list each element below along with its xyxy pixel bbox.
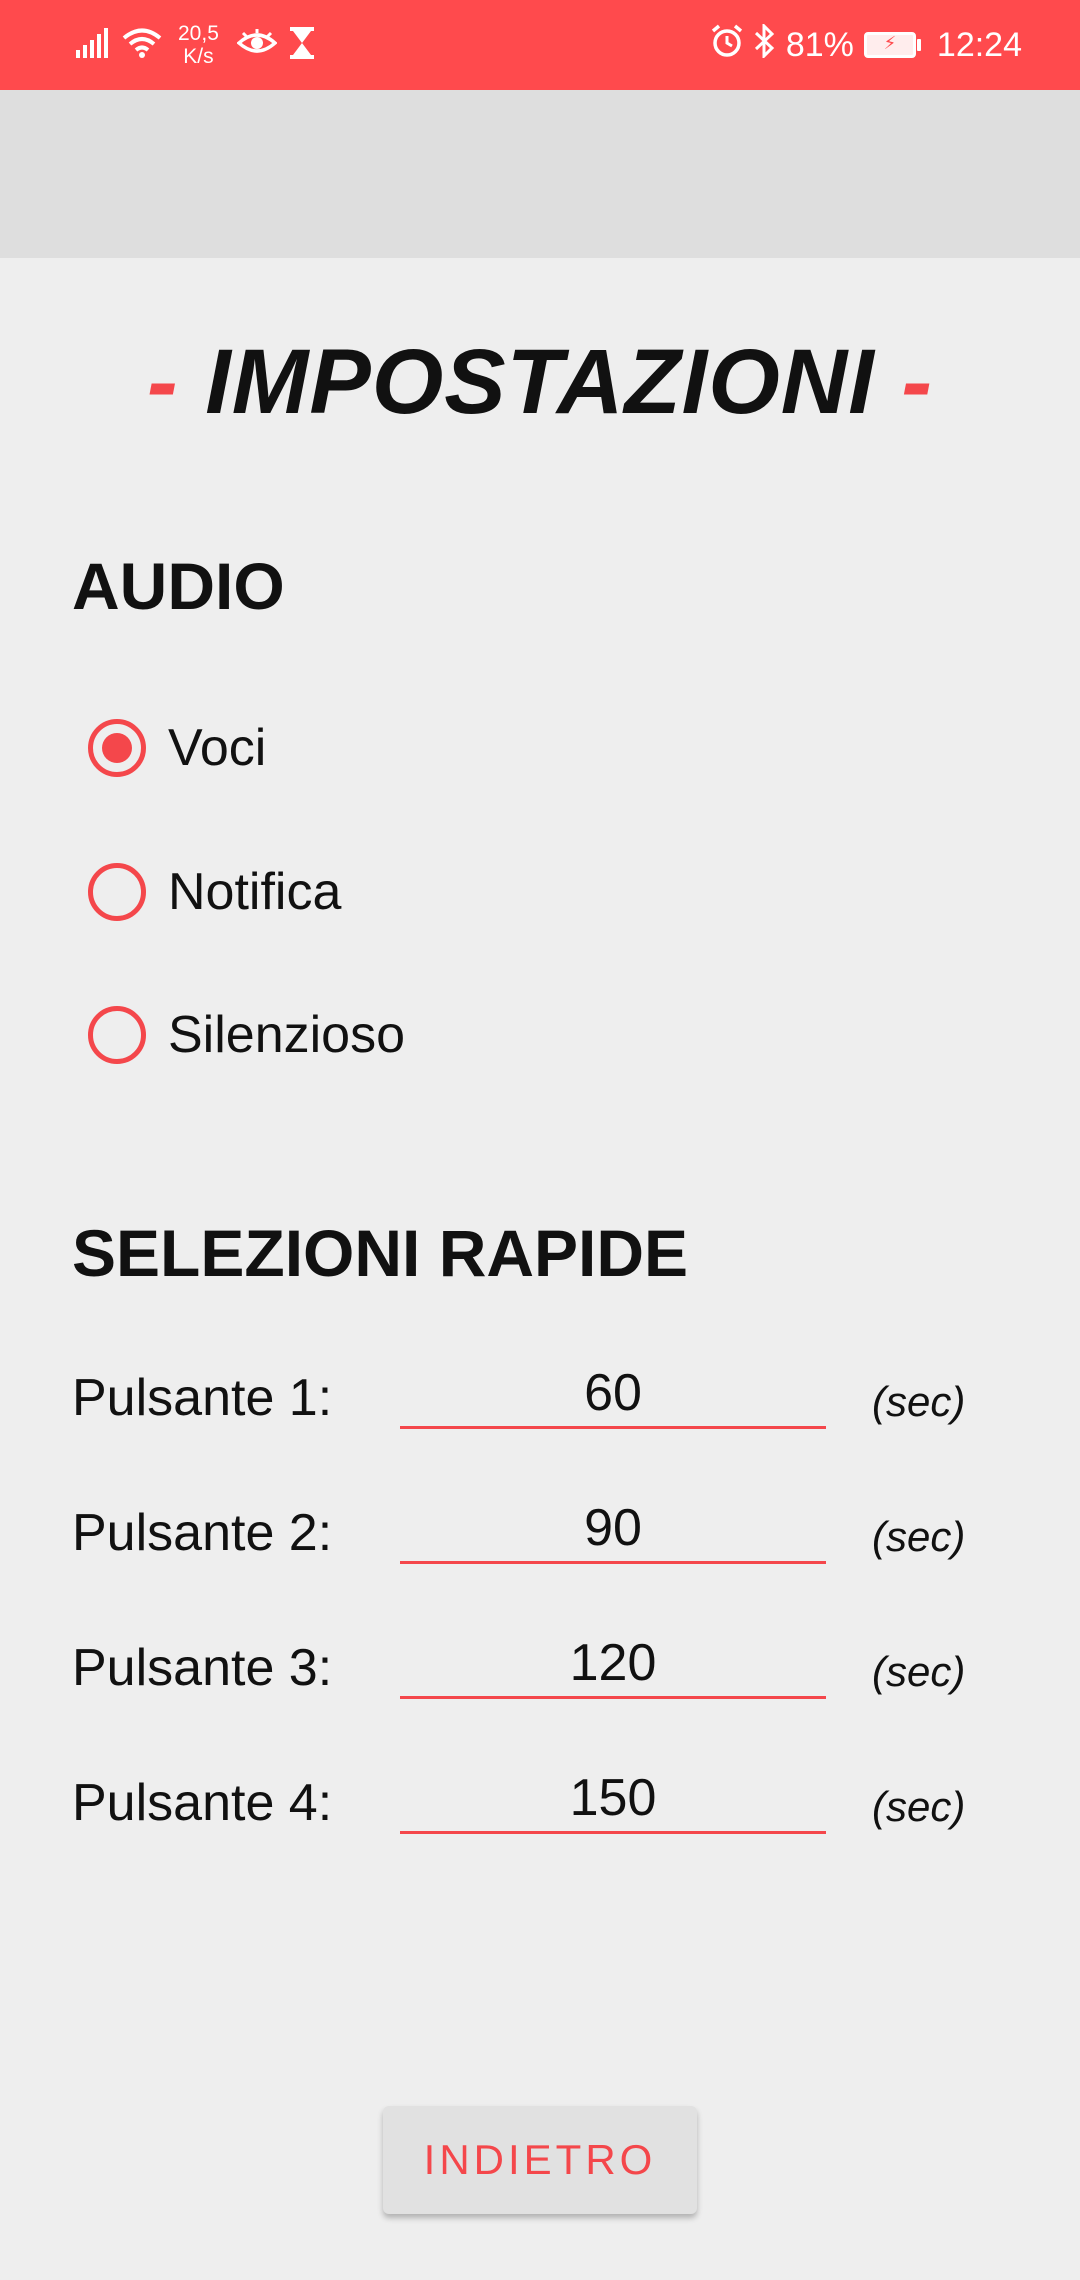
- quick-row-unit: (sec): [872, 1513, 966, 1560]
- quick-row-2: Pulsante 2: 90 (sec): [72, 1495, 1032, 1595]
- radio-unchecked-icon[interactable]: [88, 1006, 146, 1064]
- quick-value-input-3[interactable]: 120: [400, 1630, 826, 1699]
- radio-unchecked-icon[interactable]: [88, 863, 146, 921]
- speed-value: 20,5: [178, 22, 219, 45]
- wifi-icon: [122, 27, 162, 64]
- status-left: 20,5 K/s: [76, 0, 315, 90]
- radio-silenzioso[interactable]: Silenzioso: [88, 1003, 405, 1067]
- quick-row-3: Pulsante 3: 120 (sec): [72, 1630, 1032, 1730]
- alarm-icon: [710, 24, 744, 67]
- audio-section-title: AUDIO: [72, 549, 285, 623]
- eye-icon: [236, 28, 278, 62]
- quick-section-title: SELEZIONI RAPIDE: [72, 1216, 689, 1290]
- bluetooth-icon: [754, 21, 776, 67]
- battery-icon: ⚡: [863, 32, 921, 58]
- title-dash-right: -: [901, 331, 934, 433]
- quick-row-label: Pulsante 4:: [72, 1774, 333, 1832]
- signal-icon: [76, 27, 110, 63]
- quick-value-input-4[interactable]: 150: [400, 1765, 826, 1834]
- hourglass-icon: [289, 26, 315, 64]
- quick-row-label: Pulsante 3:: [72, 1639, 333, 1697]
- quick-row-1: Pulsante 1: 60 (sec): [72, 1360, 1032, 1460]
- page-title: - IMPOSTAZIONI -: [0, 330, 1080, 435]
- radio-voci[interactable]: Voci: [88, 716, 266, 780]
- title-text: IMPOSTAZIONI: [205, 331, 875, 433]
- quick-row-unit: (sec): [872, 1378, 966, 1425]
- back-button[interactable]: INDIETRO: [383, 2106, 697, 2214]
- quick-row-label: Pulsante 1:: [72, 1369, 333, 1427]
- quick-value-input-1[interactable]: 60: [400, 1360, 826, 1429]
- app-bar: [0, 90, 1080, 258]
- radio-notifica[interactable]: Notifica: [88, 860, 341, 924]
- radio-checked-icon[interactable]: [88, 719, 146, 777]
- battery-percent: 81%: [785, 25, 854, 64]
- title-dash-left: -: [146, 331, 179, 433]
- quick-row-label: Pulsante 2:: [72, 1504, 333, 1562]
- radio-label: Silenzioso: [168, 1006, 406, 1064]
- clock: 12:24: [936, 25, 1022, 64]
- status-right: 81% ⚡ 12:24: [710, 0, 1022, 90]
- radio-label: Notifica: [168, 863, 342, 921]
- quick-value-input-2[interactable]: 90: [400, 1495, 826, 1564]
- quick-row-4: Pulsante 4: 150 (sec): [72, 1765, 1032, 1865]
- status-bar: 20,5 K/s 81% ⚡ 12:24: [0, 0, 1080, 90]
- quick-row-unit: (sec): [872, 1783, 966, 1830]
- network-speed: 20,5 K/s: [178, 22, 219, 68]
- speed-unit: K/s: [183, 45, 214, 68]
- quick-row-unit: (sec): [872, 1648, 966, 1695]
- radio-label: Voci: [168, 719, 267, 777]
